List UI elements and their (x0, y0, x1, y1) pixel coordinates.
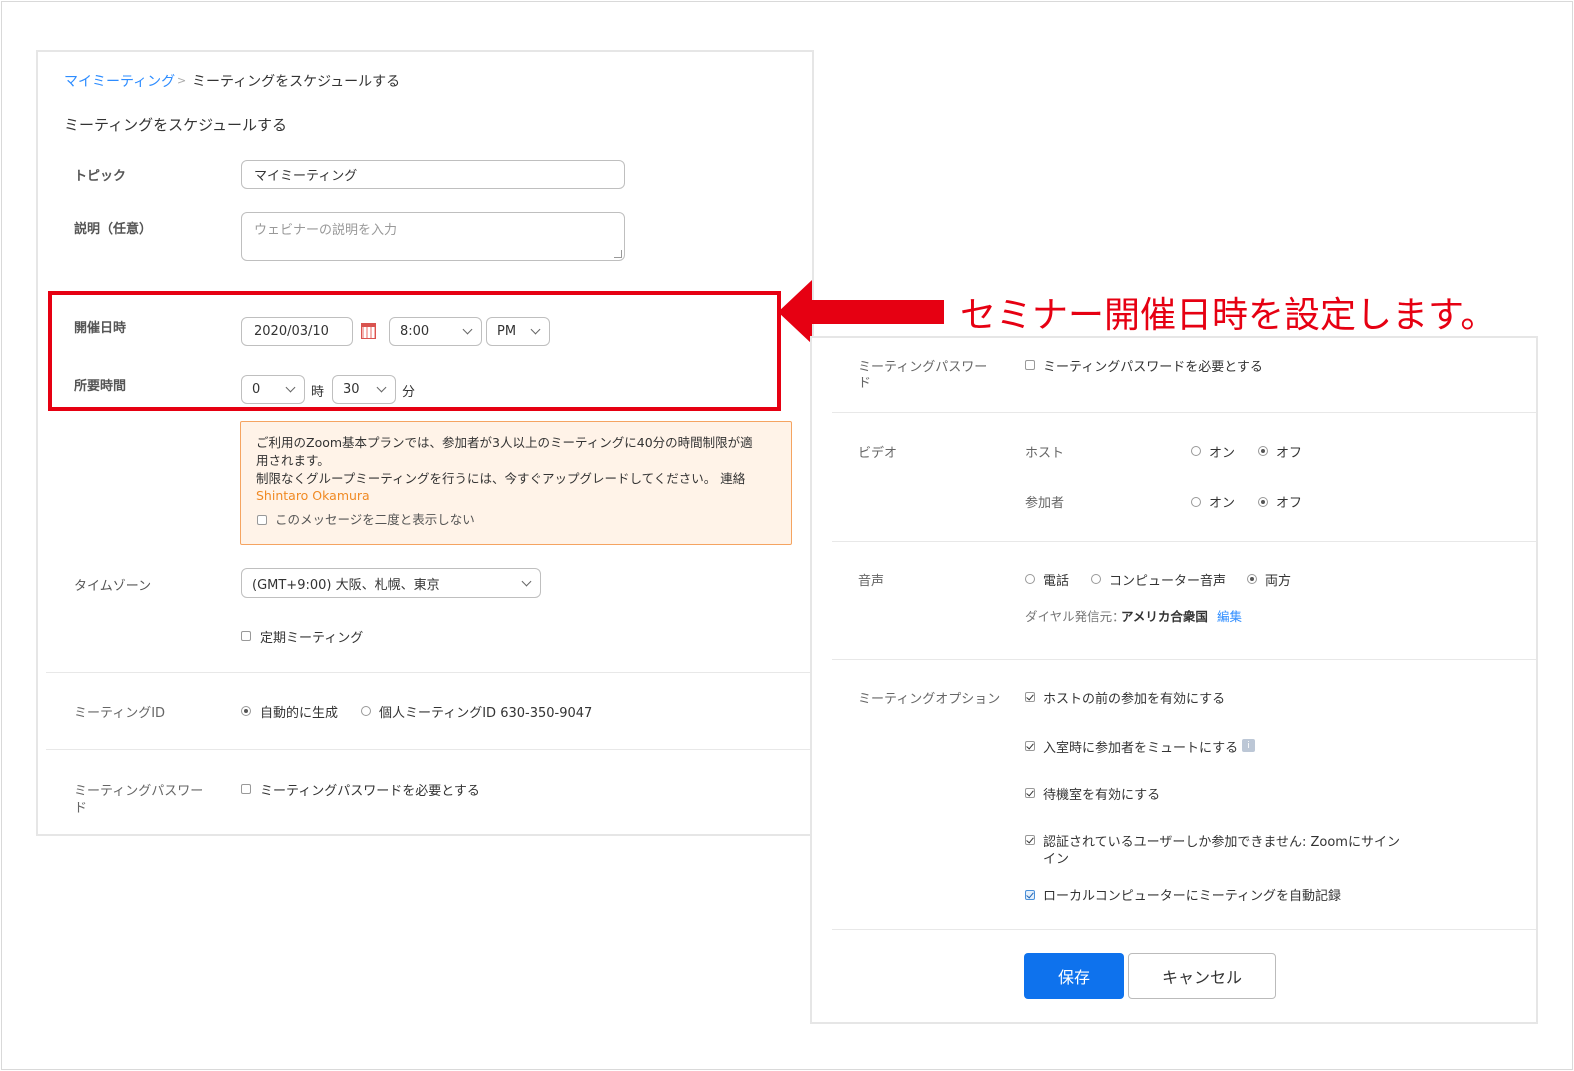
audio-phone-label: 電話 (1043, 574, 1070, 589)
auth-only-label-line-2: イン (1043, 852, 1070, 867)
timezone-value: (GMT+9:00) 大阪、札幌、東京 (252, 577, 440, 593)
video-host-off-label: オフ (1276, 446, 1303, 461)
meeting-options-label: ミーティングオプション (858, 692, 1001, 707)
auth-only-checkbox[interactable] (1025, 835, 1035, 845)
breadcrumb-current: ミーティングをスケジュールする (192, 74, 401, 90)
dial-from-value: アメリカ合衆国 (1121, 609, 1208, 624)
divider (46, 749, 812, 750)
join-before-host-checkbox[interactable] (1025, 692, 1035, 702)
warning-line-1: ご利用のZoom基本プランでは、参加者が3人以上のミーティングに40分の時間制限… (256, 435, 753, 450)
video-participant-label: 参加者 (1025, 496, 1065, 511)
divider (832, 659, 1536, 660)
meeting-id-label: ミーティングID (74, 706, 166, 721)
audio-label: 音声 (858, 574, 885, 589)
description-placeholder: ウェビナーの説明を入力 (254, 223, 398, 238)
dont-show-checkbox[interactable] (257, 515, 267, 525)
video-participant-on-label: オン (1209, 496, 1236, 511)
description-textarea[interactable]: ウェビナーの説明を入力 (241, 212, 625, 261)
callout-arrow-icon (778, 280, 812, 344)
divider (832, 929, 1536, 930)
video-host-off-radio[interactable] (1258, 446, 1268, 456)
video-participant-off-label: オフ (1276, 496, 1303, 511)
topic-label: トピック (74, 169, 127, 184)
breadcrumb-separator: > (177, 74, 187, 87)
cancel-button[interactable]: キャンセル (1128, 953, 1276, 999)
password-right-label-line-2: ド (858, 376, 872, 391)
waiting-room-label: 待機室を有効にする (1043, 788, 1161, 803)
recurring-checkbox[interactable] (241, 631, 251, 641)
password-label-line-2: ド (74, 801, 88, 816)
recurring-label: 定期ミーティング (260, 631, 364, 646)
breadcrumb-link-my-meetings[interactable]: マイミーティング (64, 71, 175, 91)
video-host-on-radio[interactable] (1191, 446, 1201, 456)
timezone-select[interactable]: (GMT+9:00) 大阪、札幌、東京 (241, 568, 541, 598)
description-label: 説明（任意） (74, 222, 153, 237)
video-participant-on-radio[interactable] (1191, 497, 1201, 507)
dial-from-edit-link[interactable]: 編集 (1217, 606, 1242, 625)
meeting-id-auto-radio[interactable] (241, 706, 251, 716)
video-host-on-label: オン (1209, 446, 1236, 461)
meeting-id-personal-label: 個人ミーティングID 630-350-9047 (379, 706, 593, 721)
mute-on-entry-label: 入室時に参加者をミュートにする (1043, 741, 1239, 756)
password-right-checkbox-label: ミーティングパスワードを必要とする (1043, 360, 1263, 375)
warning-line-3: 制限なくグループミーティングを行うには、今すぐアップグレードしてください。 連絡 (256, 471, 746, 486)
resize-grip-icon[interactable] (614, 250, 622, 258)
password-label-line-1: ミーティングパスワー (74, 784, 204, 799)
auth-only-label-line-1: 認証されているユーザーしか参加できません: Zoomにサイン (1043, 835, 1400, 850)
password-required-label: ミーティングパスワードを必要とする (260, 784, 480, 799)
chevron-down-icon (521, 576, 532, 586)
waiting-room-checkbox[interactable] (1025, 788, 1035, 798)
audio-phone-radio[interactable] (1025, 574, 1035, 584)
video-participant-off-radio[interactable] (1258, 497, 1268, 507)
mute-on-entry-checkbox[interactable] (1025, 741, 1035, 751)
auto-record-label: ローカルコンピューターにミーティングを自動記録 (1043, 889, 1341, 904)
password-right-checkbox[interactable] (1025, 360, 1035, 370)
topic-input[interactable]: マイミーティング (241, 160, 625, 189)
schedule-form-panel-right (810, 336, 1538, 1024)
page-title: ミーティングをスケジュールする (64, 116, 288, 134)
video-host-label: ホスト (1025, 446, 1065, 461)
password-required-checkbox[interactable] (241, 784, 251, 794)
topic-input-value: マイミーティング (254, 169, 358, 184)
audio-both-label: 両方 (1265, 574, 1292, 589)
video-label: ビデオ (858, 446, 898, 461)
audio-computer-label: コンピューター音声 (1109, 574, 1227, 589)
warning-contact-link[interactable]: Shintaro Okamura (256, 488, 370, 503)
info-icon[interactable]: i (1242, 739, 1255, 752)
callout-arrow-shaft (808, 300, 944, 324)
meeting-id-auto-label: 自動的に生成 (260, 706, 339, 721)
audio-both-radio[interactable] (1247, 574, 1257, 584)
divider (832, 412, 1536, 413)
warning-line-2: 用されます。 (256, 453, 330, 468)
callout-text: セミナー開催日時を設定します。 (960, 295, 1497, 336)
datetime-highlight-box (48, 291, 781, 411)
audio-computer-radio[interactable] (1091, 574, 1101, 584)
password-right-label-line-1: ミーティングパスワー (858, 360, 988, 375)
dial-from-label: ダイヤル発信元： (1025, 609, 1125, 624)
divider (46, 672, 812, 673)
save-button[interactable]: 保存 (1024, 953, 1124, 999)
meeting-id-personal-radio[interactable] (361, 706, 371, 716)
dont-show-label: このメッセージを二度と表示しない (275, 512, 475, 527)
auto-record-checkbox[interactable] (1025, 890, 1035, 900)
divider (832, 541, 1536, 542)
join-before-host-label: ホストの前の参加を有効にする (1043, 692, 1226, 707)
timezone-label: タイムゾーン (74, 579, 152, 594)
